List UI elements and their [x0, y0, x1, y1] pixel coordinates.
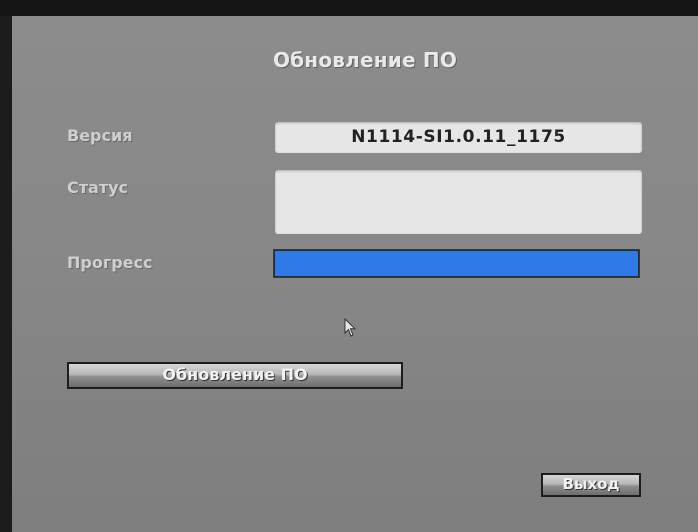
screen: Обновление ПО Версия N1114-SI1.0.11_1175…	[0, 0, 698, 532]
status-field	[275, 170, 642, 234]
version-label: Версия	[67, 126, 133, 145]
version-field: N1114-SI1.0.11_1175	[275, 122, 642, 153]
exit-button[interactable]: Выход	[541, 473, 641, 497]
progress-bar-fill	[275, 251, 638, 276]
mouse-pointer-icon	[344, 318, 356, 337]
update-software-button[interactable]: Обновление ПО	[67, 362, 403, 389]
page-title: Обновление ПО	[272, 48, 458, 72]
status-label: Статус	[67, 178, 128, 197]
progress-label: Прогресс	[67, 253, 153, 272]
progress-bar	[273, 249, 640, 278]
